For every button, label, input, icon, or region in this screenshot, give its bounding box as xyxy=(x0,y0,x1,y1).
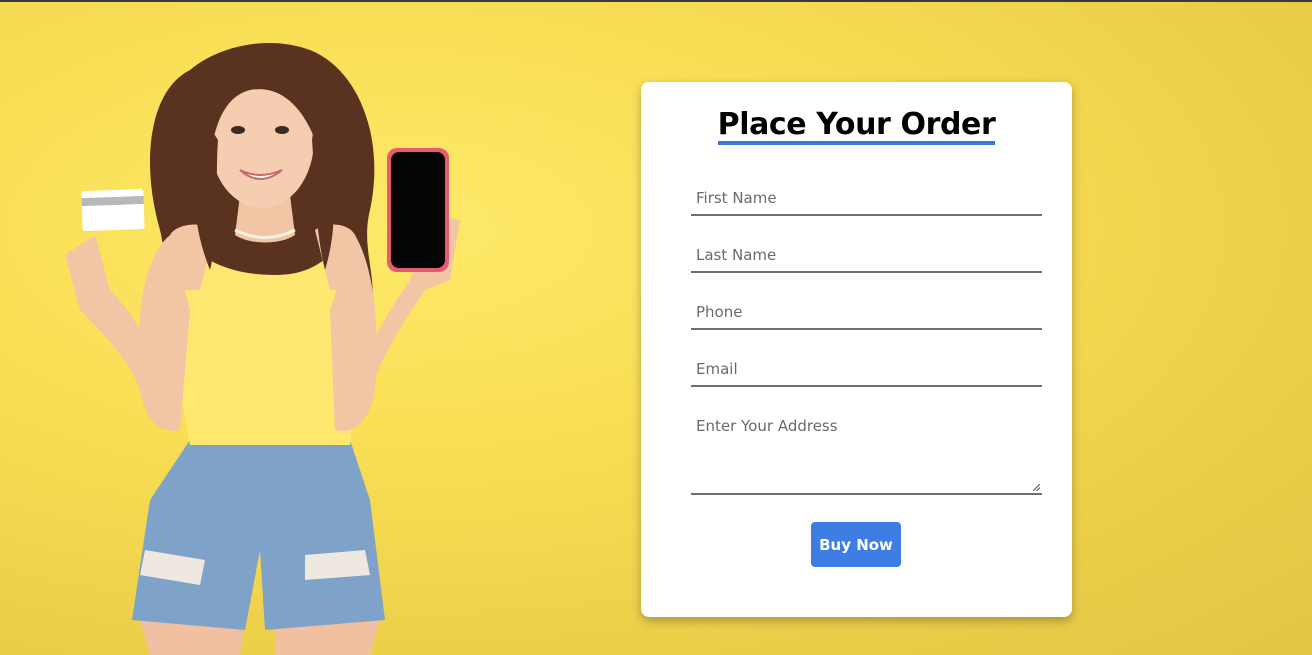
order-form-card: Place Your Order Buy Now xyxy=(641,82,1072,617)
first-name-input[interactable] xyxy=(691,182,1042,214)
email-input[interactable] xyxy=(691,353,1042,385)
email-field xyxy=(691,353,1042,387)
buy-now-button[interactable]: Buy Now xyxy=(811,522,901,567)
first-name-field xyxy=(691,182,1042,216)
phone-field xyxy=(691,296,1042,330)
phone-input[interactable] xyxy=(691,296,1042,328)
address-textarea[interactable] xyxy=(691,410,1042,493)
last-name-input[interactable] xyxy=(691,239,1042,271)
last-name-field xyxy=(691,239,1042,273)
form-title-text: Place Your Order xyxy=(717,109,996,145)
hero-image xyxy=(40,30,480,655)
address-field xyxy=(691,410,1042,495)
resize-grip-icon[interactable] xyxy=(1033,484,1040,491)
form-title: Place Your Order xyxy=(641,106,1072,145)
woman-holding-card-and-phone-illustration xyxy=(65,42,460,655)
top-border xyxy=(0,0,1312,2)
